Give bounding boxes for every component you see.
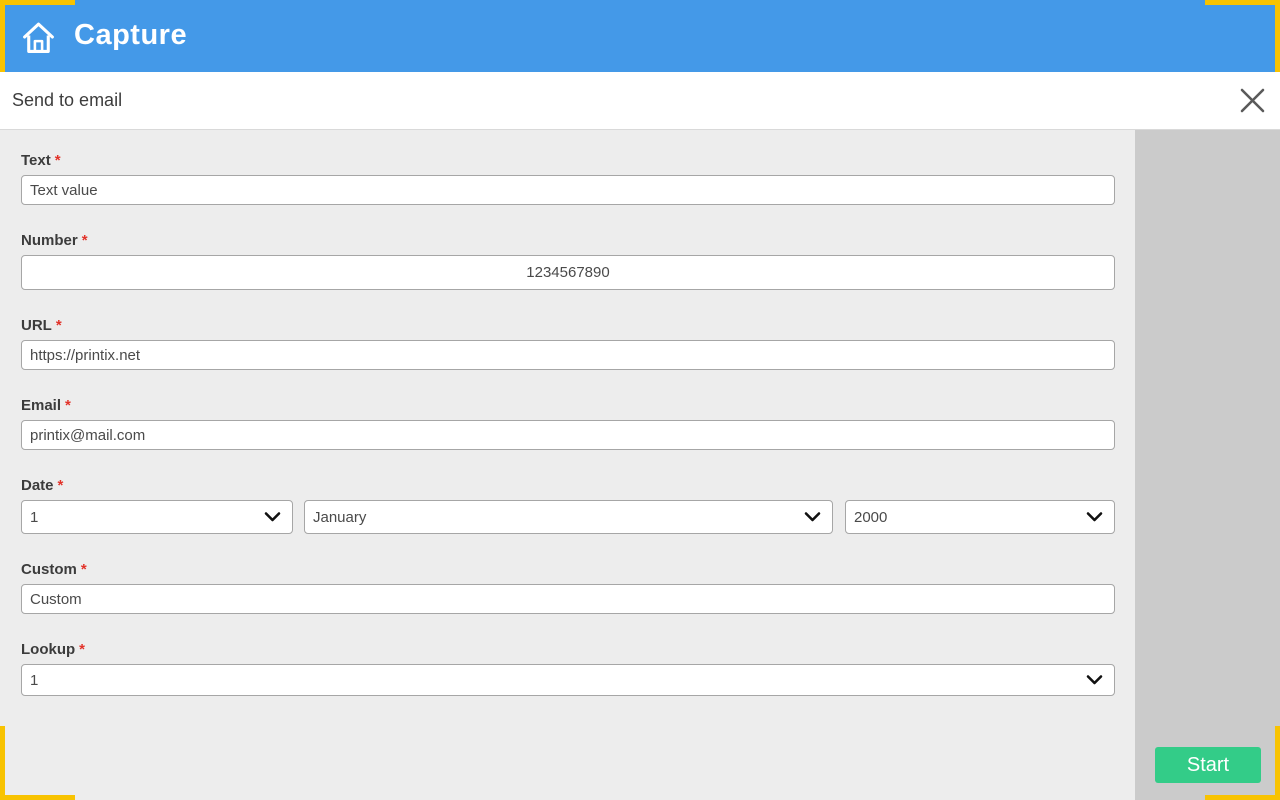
email-field-label: Email * bbox=[21, 397, 71, 414]
lookup-select[interactable]: 1 bbox=[21, 664, 1115, 696]
number-input[interactable] bbox=[21, 255, 1115, 290]
required-marker: * bbox=[57, 477, 64, 494]
dialog-content: Text* Number* URL* Email* Date* bbox=[0, 130, 1280, 800]
url-field-label: URL * bbox=[21, 317, 62, 334]
email-input[interactable] bbox=[21, 420, 1115, 450]
dialog-title: Send to email bbox=[12, 90, 123, 110]
date-year-select[interactable]: 2000 bbox=[845, 500, 1115, 534]
number-field-label: Number * bbox=[21, 232, 88, 249]
field-group-lookup: Lookup * 1 bbox=[21, 641, 1115, 696]
required-marker: * bbox=[80, 561, 87, 578]
field-group-number: Number * bbox=[21, 232, 1115, 290]
custom-input[interactable] bbox=[21, 584, 1115, 614]
required-marker: * bbox=[81, 232, 88, 249]
capture-form: Text* Number* URL* Email* Date* bbox=[0, 130, 1135, 800]
action-panel: Start bbox=[1135, 130, 1280, 800]
required-marker: * bbox=[54, 152, 61, 169]
field-group-date: Date * 1 January 2000 bbox=[21, 477, 1115, 534]
required-marker: * bbox=[55, 317, 62, 334]
dialog-title-bar: Send to email bbox=[0, 72, 1280, 130]
lookup-field-label: Lookup * bbox=[21, 641, 85, 658]
capture-app-window: Capture Send to email Text* Number* URL* bbox=[0, 0, 1280, 800]
text-input[interactable] bbox=[21, 175, 1115, 205]
start-button[interactable]: Start bbox=[1155, 747, 1261, 783]
date-month-select[interactable]: January bbox=[304, 500, 833, 534]
url-input[interactable] bbox=[21, 340, 1115, 370]
app-title: Capture bbox=[74, 18, 188, 51]
field-group-text: Text * bbox=[21, 152, 1115, 205]
required-marker: * bbox=[79, 641, 85, 658]
field-group-url: URL * bbox=[21, 317, 1115, 370]
close-icon[interactable] bbox=[1238, 87, 1266, 115]
date-field-label: Date * bbox=[21, 477, 64, 494]
field-group-custom: Custom * bbox=[21, 561, 1115, 614]
text-field-label: Text * bbox=[21, 152, 61, 169]
date-row: 1 January 2000 bbox=[21, 500, 1115, 534]
home-icon[interactable] bbox=[20, 18, 57, 55]
field-group-email: Email * bbox=[21, 397, 1115, 450]
date-day-select[interactable]: 1 bbox=[21, 500, 293, 534]
app-header: Capture bbox=[0, 0, 1280, 72]
required-marker: * bbox=[65, 397, 71, 414]
custom-field-label: Custom * bbox=[21, 561, 87, 578]
